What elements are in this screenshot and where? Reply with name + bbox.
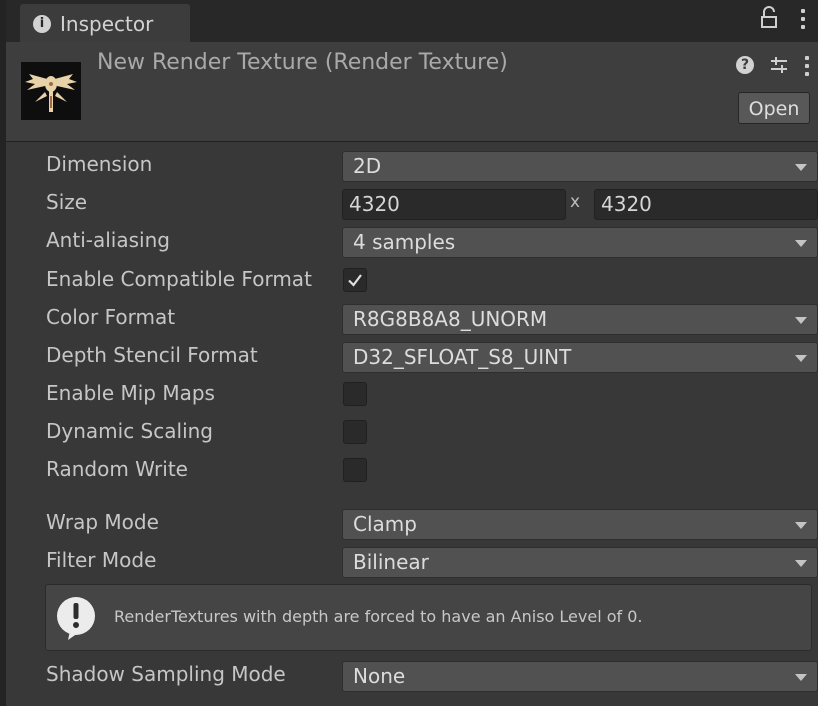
texture-preview-image: [21, 62, 81, 120]
size-height-field[interactable]: 4320: [594, 189, 818, 220]
helpbox-message: RenderTextures with depth are forced to …: [114, 607, 643, 626]
dimension-dropdown[interactable]: 2D: [342, 151, 818, 182]
size-height-value: 4320: [601, 192, 652, 216]
dynamic-scaling-checkbox[interactable]: [343, 420, 367, 444]
filter-mode-label: Filter Mode: [46, 548, 157, 572]
filter-mode-row: Filter Mode Bilinear: [6, 544, 818, 578]
dynamic-scaling-row: Dynamic Scaling: [6, 415, 818, 449]
enable-compatible-format-checkbox[interactable]: [343, 268, 367, 292]
shadow-sampling-mode-value: None: [353, 664, 406, 688]
enable-compatible-format-row: Enable Compatible Format: [6, 263, 818, 297]
checkmark-icon: [348, 274, 362, 287]
size-separator: x: [570, 192, 581, 212]
enable-mip-maps-row: Enable Mip Maps: [6, 377, 818, 411]
size-label: Size: [46, 190, 88, 214]
chevron-down-icon: [795, 355, 807, 362]
tab-label: Inspector: [60, 12, 154, 36]
chevron-down-icon: [795, 240, 807, 247]
aniso-warning-helpbox: RenderTextures with depth are forced to …: [45, 584, 812, 651]
dimension-label: Dimension: [46, 152, 153, 176]
presets-icon[interactable]: [768, 54, 790, 76]
anti-aliasing-label: Anti-aliasing: [46, 228, 170, 252]
inspector-window: i Inspector New Render Texture (Render T…: [0, 0, 818, 706]
object-header: New Render Texture (Render Texture) ? Op…: [6, 42, 818, 142]
color-format-row: Color Format R8G8B8A8_UNORM: [6, 301, 818, 335]
depth-stencil-format-dropdown[interactable]: D32_SFLOAT_S8_UINT: [342, 342, 818, 373]
enable-mip-maps-checkbox[interactable]: [343, 382, 367, 406]
chevron-down-icon: [795, 560, 807, 567]
color-format-label: Color Format: [46, 305, 176, 329]
color-format-value: R8G8B8A8_UNORM: [353, 307, 548, 331]
anti-aliasing-value: 4 samples: [353, 230, 456, 254]
object-title: New Render Texture (Render Texture): [97, 50, 508, 75]
enable-compatible-format-label: Enable Compatible Format: [46, 267, 312, 291]
depth-stencil-format-value: D32_SFLOAT_S8_UINT: [353, 345, 572, 369]
filter-mode-dropdown[interactable]: Bilinear: [342, 547, 818, 578]
enable-mip-maps-label: Enable Mip Maps: [46, 381, 215, 405]
chevron-down-icon: [795, 317, 807, 324]
dimension-value: 2D: [353, 154, 382, 178]
dimension-row: Dimension 2D: [6, 148, 818, 182]
lock-icon[interactable]: [758, 6, 780, 30]
tab-actions: [758, 6, 806, 30]
help-icon[interactable]: ?: [736, 56, 754, 74]
header-icons: ?: [736, 54, 810, 76]
size-width-value: 4320: [349, 192, 400, 216]
depth-stencil-format-label: Depth Stencil Format: [46, 343, 258, 367]
dynamic-scaling-label: Dynamic Scaling: [46, 419, 213, 443]
shadow-sampling-mode-row: Shadow Sampling Mode None: [6, 658, 818, 692]
chevron-down-icon: [795, 164, 807, 171]
size-row: Size 4320 x 4320: [6, 186, 818, 220]
random-write-label: Random Write: [46, 457, 188, 481]
anti-aliasing-dropdown[interactable]: 4 samples: [342, 227, 818, 258]
wrap-mode-value: Clamp: [353, 512, 417, 536]
size-width-field[interactable]: 4320: [342, 189, 566, 220]
color-format-dropdown[interactable]: R8G8B8A8_UNORM: [342, 304, 818, 335]
chevron-down-icon: [795, 674, 807, 681]
wrap-mode-row: Wrap Mode Clamp: [6, 506, 818, 540]
wrap-mode-dropdown[interactable]: Clamp: [342, 509, 818, 540]
open-button[interactable]: Open: [738, 92, 810, 124]
random-write-row: Random Write: [6, 453, 818, 487]
filter-mode-value: Bilinear: [353, 550, 429, 574]
tab-bar: i Inspector: [6, 0, 818, 42]
texture-thumbnail: [21, 62, 81, 120]
shadow-sampling-mode-label: Shadow Sampling Mode: [46, 662, 286, 686]
kebab-menu-icon[interactable]: [804, 54, 810, 76]
random-write-checkbox[interactable]: [343, 458, 367, 482]
chevron-down-icon: [795, 522, 807, 529]
depth-stencil-format-row: Depth Stencil Format D32_SFLOAT_S8_UINT: [6, 339, 818, 373]
anti-aliasing-row: Anti-aliasing 4 samples: [6, 224, 818, 258]
shadow-sampling-mode-dropdown[interactable]: None: [342, 661, 818, 692]
warning-icon: [57, 597, 95, 640]
wrap-mode-label: Wrap Mode: [46, 510, 159, 534]
kebab-menu-icon[interactable]: [800, 7, 806, 29]
tab-inspector[interactable]: i Inspector: [20, 4, 190, 42]
info-icon: i: [33, 15, 51, 33]
